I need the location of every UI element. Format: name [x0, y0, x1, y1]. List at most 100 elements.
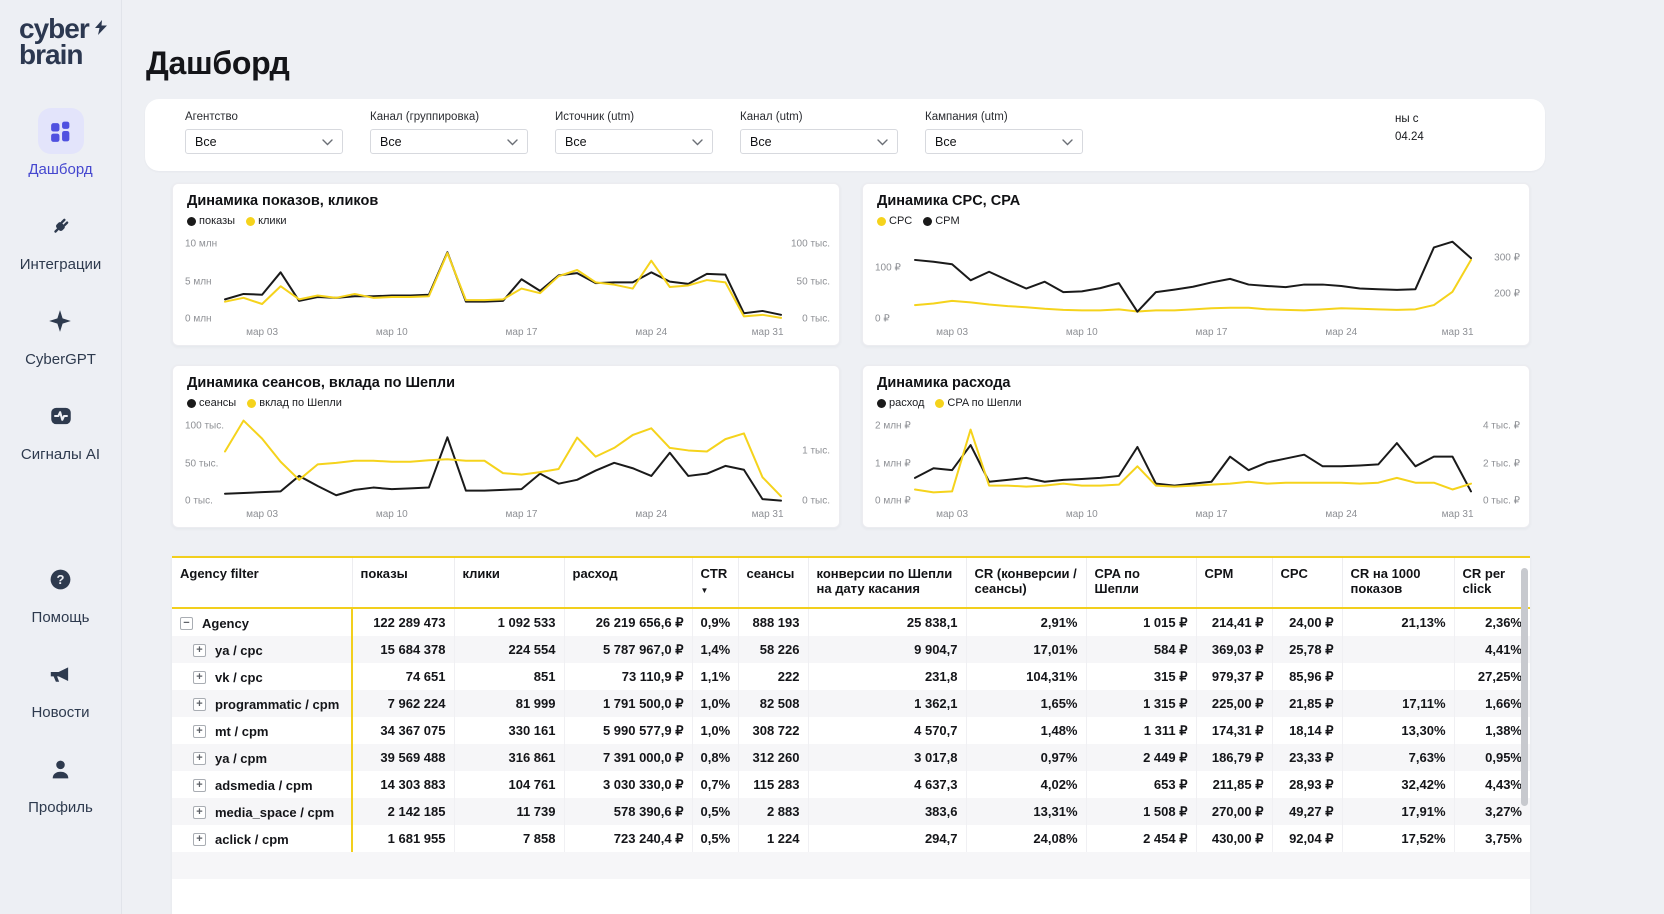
cell: 3,75% [1454, 825, 1530, 852]
expand-icon[interactable]: + [193, 833, 206, 846]
sidebar-item-help[interactable]: ? Помощь [32, 556, 90, 626]
filter-select-3[interactable]: Все [740, 129, 898, 154]
legend-dot-icon [923, 217, 932, 226]
table-row[interactable]: +vk / cpc74 65185173 110,9 ₽1,1%222231,8… [172, 663, 1530, 690]
table-row[interactable]: +aclick / cpm1 681 9557 858723 240,4 ₽0,… [172, 825, 1530, 852]
chart-plot: мар 03мар 10мар 17мар 24мар 312 млн ₽1 м… [863, 418, 1529, 503]
expand-icon[interactable]: + [193, 698, 206, 711]
line-chart-svg [915, 418, 1471, 503]
x-axis-tick-label: мар 31 [752, 509, 784, 520]
expand-icon[interactable]: + [193, 806, 206, 819]
chart-title: Динамика расхода [877, 375, 1011, 391]
expand-icon[interactable]: + [193, 779, 206, 792]
sidebar-item-integrations[interactable]: Интеграции [20, 203, 102, 273]
cell: 17,52% [1342, 825, 1454, 852]
expand-icon[interactable]: + [193, 725, 206, 738]
cell: 312 260 [738, 744, 808, 771]
table-row[interactable]: +ya / cpc15 684 378224 5545 787 967,0 ₽1… [172, 636, 1530, 663]
sidebar-item-news[interactable]: Новости [31, 651, 89, 721]
chart-legend: CPCCPM [877, 215, 960, 227]
column-header-12[interactable]: CR per click [1454, 558, 1530, 608]
expand-icon[interactable]: + [193, 752, 206, 765]
sidebar-item-profile[interactable]: Профиль [28, 746, 93, 816]
column-header-3[interactable]: расход [564, 558, 692, 608]
chart-legend: расходCPA по Шепли [877, 397, 1022, 409]
row-label: Agency [202, 616, 249, 631]
legend-dot-icon [877, 217, 886, 226]
table-row[interactable]: −Agency122 289 4731 092 53326 219 656,6 … [172, 608, 1530, 636]
filter-select-value: Все [380, 135, 402, 149]
cell: 1 311 ₽ [1086, 717, 1196, 744]
sidebar-item-dashboard[interactable]: Дашборд [28, 108, 92, 178]
sidebar-item-label: CyberGPT [25, 351, 96, 368]
table-row[interactable]: +mt / cpm34 367 075330 1615 990 577,9 ₽1… [172, 717, 1530, 744]
logo: cyber brain [19, 16, 121, 68]
x-axis-tick-label: мар 10 [1066, 327, 1098, 338]
period-note-line-2: 04.24 [1395, 129, 1424, 147]
cell: 369,03 ₽ [1196, 636, 1272, 663]
right-axis-tick-label: 100 тыс. [791, 238, 830, 249]
cell: 27,25% [1454, 663, 1530, 690]
filter-select-4[interactable]: Все [925, 129, 1083, 154]
cell: 222 [738, 663, 808, 690]
sidebar: cyber brain Дашборд Интеграции [0, 0, 122, 914]
legend-dot-icon [187, 399, 196, 408]
table-row[interactable]: +ya / cpm39 569 488316 8617 391 000,0 ₽0… [172, 744, 1530, 771]
left-axis-tick-label: 100 ₽ [875, 262, 901, 273]
filter-select-1[interactable]: Все [370, 129, 528, 154]
column-header-9[interactable]: CPM [1196, 558, 1272, 608]
x-axis-tick-label: мар 24 [635, 327, 667, 338]
filter-group-1: Канал (группировка)Все [370, 111, 528, 154]
x-axis-tick-label: мар 17 [506, 327, 538, 338]
cell: 0,7% [692, 771, 738, 798]
column-header-1[interactable]: показы [352, 558, 454, 608]
column-header-11[interactable]: CR на 1000 показов [1342, 558, 1454, 608]
plot-area: мар 03мар 10мар 17мар 24мар 31 [225, 418, 781, 503]
chart-legend: сеансывклад по Шепли [187, 397, 342, 409]
expand-icon[interactable]: + [193, 644, 206, 657]
legend-label: расход [889, 397, 924, 409]
cell: 14 303 883 [352, 771, 454, 798]
column-header-0[interactable]: Agency filter [172, 558, 352, 608]
x-axis-tick-label: мар 03 [936, 509, 968, 520]
column-header-4[interactable]: CTR▼ [692, 558, 738, 608]
column-header-8[interactable]: CPA по Шепли [1086, 558, 1196, 608]
lightning-bolt-icon [95, 18, 107, 44]
row-name-wrap: +adsmedia / cpm [180, 778, 313, 793]
cell: 2 449 ₽ [1086, 744, 1196, 771]
row-name-cell: +media_space / cpm [172, 798, 352, 825]
cell: 211,85 ₽ [1196, 771, 1272, 798]
column-header-2[interactable]: клики [454, 558, 564, 608]
column-header-5[interactable]: сеансы [738, 558, 808, 608]
left-axis-tick-label: 100 тыс. [185, 420, 224, 431]
sort-descending-icon[interactable]: ▼ [701, 586, 730, 595]
table-row[interactable]: +adsmedia / cpm14 303 883104 7613 030 33… [172, 771, 1530, 798]
legend-item: показы [187, 215, 235, 227]
right-axis-tick-label: 4 тыс. ₽ [1483, 420, 1520, 431]
row-name-cell: +mt / cpm [172, 717, 352, 744]
column-header-10[interactable]: CPC [1272, 558, 1342, 608]
vertical-scrollbar-thumb[interactable] [1521, 568, 1528, 806]
cell: 39 569 488 [352, 744, 454, 771]
filter-select-2[interactable]: Все [555, 129, 713, 154]
column-header-6[interactable]: конверсии по Шепли на дату касания [808, 558, 966, 608]
expand-icon[interactable]: + [193, 671, 206, 684]
cell: 2 883 [738, 798, 808, 825]
filter-select-value: Все [195, 135, 217, 149]
legend-label: вклад по Шепли [259, 397, 342, 409]
table-row[interactable]: +programmatic / cpm7 962 22481 9991 791 … [172, 690, 1530, 717]
cell: 3 017,8 [808, 744, 966, 771]
cell: 186,79 ₽ [1196, 744, 1272, 771]
cell: 0,5% [692, 798, 738, 825]
cell: 82 508 [738, 690, 808, 717]
sidebar-item-signals-ai[interactable]: Сигналы AI [21, 393, 100, 463]
series-line-клики [225, 253, 781, 318]
cell: 174,31 ₽ [1196, 717, 1272, 744]
collapse-icon[interactable]: − [180, 617, 193, 630]
chart-plot: мар 03мар 10мар 17мар 24мар 3110 млн5 мл… [173, 236, 839, 321]
sidebar-item-cybergpt[interactable]: CyberGPT [25, 298, 96, 368]
series-line-вклад по Шепли [225, 421, 781, 497]
filter-select-0[interactable]: Все [185, 129, 343, 154]
table-row[interactable]: +media_space / cpm2 142 18511 739578 390… [172, 798, 1530, 825]
column-header-7[interactable]: CR (конверсии / сеансы) [966, 558, 1086, 608]
